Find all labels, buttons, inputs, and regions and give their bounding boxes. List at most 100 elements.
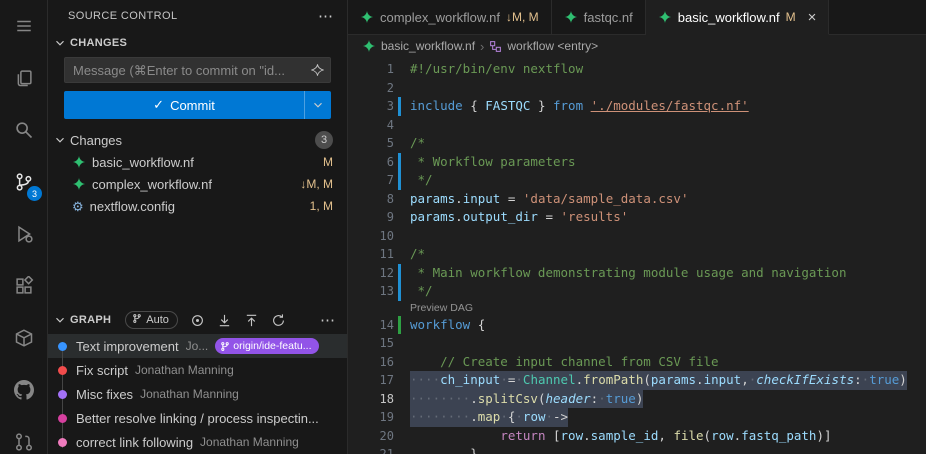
line-number: 10 bbox=[348, 227, 394, 246]
changes-section-header[interactable]: CHANGES bbox=[48, 32, 347, 54]
commit-button-main[interactable]: ✓ Commit bbox=[64, 91, 304, 119]
search-icon[interactable] bbox=[0, 104, 47, 156]
code-line-8[interactable]: 8params.input = 'data/sample_data.csv' bbox=[348, 190, 926, 209]
line-number: 19 bbox=[348, 408, 394, 427]
run-debug-icon[interactable] bbox=[0, 208, 47, 260]
close-icon[interactable]: × bbox=[808, 10, 817, 25]
commit-dropdown-button[interactable] bbox=[305, 91, 331, 119]
activity-bar: 3 bbox=[0, 0, 48, 454]
tabbar-filler bbox=[829, 0, 926, 35]
codelens-preview-dag[interactable]: Preview DAG bbox=[348, 301, 926, 316]
extensions-icon[interactable] bbox=[0, 260, 47, 312]
github-icon[interactable] bbox=[0, 364, 47, 416]
refresh-icon[interactable] bbox=[271, 313, 286, 328]
code-text: workflow { bbox=[410, 316, 485, 335]
line-number: 3 bbox=[348, 97, 394, 116]
code-line-2[interactable]: 2 bbox=[348, 79, 926, 98]
pull-request-icon[interactable] bbox=[0, 416, 47, 454]
changed-file-complex_workflow.nf[interactable]: complex_workflow.nf↓M, M bbox=[48, 173, 347, 195]
code-text: ········.splitCsv(header:·true) bbox=[410, 390, 643, 409]
code-line-5[interactable]: 5/* bbox=[348, 134, 926, 153]
commit-row[interactable]: Fix scriptJonathan Manning bbox=[48, 358, 347, 382]
line-number: 5 bbox=[348, 134, 394, 153]
target-icon[interactable] bbox=[190, 313, 205, 328]
code-line-21[interactable]: 21 } bbox=[348, 445, 926, 454]
code-line-1[interactable]: 1#!/usr/bin/env nextflow bbox=[348, 60, 926, 79]
line-number: 7 bbox=[348, 171, 394, 190]
line-number: 21 bbox=[348, 445, 394, 454]
nextflow-file-icon bbox=[564, 10, 578, 24]
code-text: #!/usr/bin/env nextflow bbox=[410, 60, 583, 79]
code-line-14[interactable]: 14workflow { bbox=[348, 316, 926, 335]
code-line-15[interactable]: 15 bbox=[348, 334, 926, 353]
commit-row[interactable]: Text improvementJo...origin/ide-featu... bbox=[48, 334, 347, 358]
line-number: 2 bbox=[348, 79, 394, 98]
code-line-13[interactable]: 13 */ bbox=[348, 282, 926, 301]
changed-file-nextflow.config[interactable]: ⚙nextflow.config1, M bbox=[48, 195, 347, 217]
menu-icon[interactable] bbox=[0, 0, 47, 52]
branch-icon bbox=[220, 341, 230, 352]
git-status-decoration: 1, M bbox=[310, 199, 333, 213]
branch-ref-badge[interactable]: origin/ide-featu... bbox=[215, 338, 318, 354]
commit-input-wrap bbox=[64, 57, 331, 83]
commit-row[interactable]: Misc fixesJonathan Manning bbox=[48, 382, 347, 406]
tab-basic_workflow.nf[interactable]: basic_workflow.nfM× bbox=[646, 0, 830, 35]
code-editor[interactable]: 1#!/usr/bin/env nextflow23include { FAST… bbox=[348, 57, 926, 454]
code-line-19[interactable]: 19········.map·{·row·-> bbox=[348, 408, 926, 427]
line-number: 18 bbox=[348, 390, 394, 409]
code-line-3[interactable]: 3include { FASTQC } from './modules/fast… bbox=[348, 97, 926, 116]
check-icon: ✓ bbox=[153, 97, 164, 113]
commit-author: Jonathan Manning bbox=[200, 435, 299, 449]
graph-section-header[interactable]: GRAPH Auto ⋯ bbox=[48, 308, 347, 332]
code-line-18[interactable]: 18 ········.splitCsv(header:·true) bbox=[348, 390, 926, 409]
code-line-12[interactable]: 12 * Main workflow demonstrating module … bbox=[348, 264, 926, 283]
code-line-10[interactable]: 10 bbox=[348, 227, 926, 246]
branch-ref-label: origin/ide-featu... bbox=[233, 340, 311, 352]
changes-tree-label: Changes bbox=[70, 133, 122, 148]
code-line-9[interactable]: 9params.output_dir = 'results' bbox=[348, 208, 926, 227]
code-line-20[interactable]: 20 return [row.sample_id, file(row.fastq… bbox=[348, 427, 926, 446]
code-line-17[interactable]: 17····ch_input·=·Channel.fromPath(params… bbox=[348, 371, 926, 390]
nextflow-file-icon bbox=[360, 10, 374, 24]
commit-button[interactable]: ✓ Commit bbox=[64, 91, 331, 119]
code-text: * Main workflow demonstrating module usa… bbox=[410, 264, 847, 283]
code-text: * Workflow parameters bbox=[410, 153, 576, 172]
package-icon[interactable] bbox=[0, 312, 47, 364]
explorer-icon[interactable] bbox=[0, 52, 47, 104]
push-icon[interactable] bbox=[244, 313, 259, 328]
chevron-down-icon bbox=[310, 97, 326, 113]
fetch-icon[interactable] bbox=[217, 313, 232, 328]
tab-complex_workflow.nf[interactable]: complex_workflow.nf↓M, M bbox=[348, 0, 552, 35]
modified-gutter-indicator bbox=[398, 171, 401, 190]
breadcrumb-file[interactable]: basic_workflow.nf bbox=[381, 39, 475, 53]
breadcrumb-symbol[interactable]: workflow <entry> bbox=[507, 39, 598, 53]
sidebar-more-button[interactable]: ⋯ bbox=[318, 7, 333, 25]
changed-file-basic_workflow.nf[interactable]: basic_workflow.nfM bbox=[48, 151, 347, 173]
commit-button-label: Commit bbox=[170, 98, 215, 113]
line-number: 11 bbox=[348, 245, 394, 264]
changes-count-badge: 3 bbox=[315, 131, 333, 149]
changes-tree-root[interactable]: Changes 3 bbox=[48, 129, 347, 151]
git-status-decoration: ↓M, M bbox=[300, 177, 333, 191]
line-number: 6 bbox=[348, 153, 394, 172]
commit-message: Misc fixes bbox=[76, 387, 133, 402]
tab-modified-decoration: ↓M, M bbox=[506, 10, 539, 24]
commit-dot-icon bbox=[58, 414, 67, 423]
commit-message-input[interactable] bbox=[64, 57, 331, 83]
code-line-16[interactable]: 16 // Create input channel from CSV file bbox=[348, 353, 926, 372]
code-line-7[interactable]: 7 */ bbox=[348, 171, 926, 190]
commit-message: Fix script bbox=[76, 363, 128, 378]
tab-fastqc.nf[interactable]: fastqc.nf bbox=[552, 0, 646, 35]
commit-row[interactable]: Better resolve linking / process inspect… bbox=[48, 406, 347, 430]
graph-more-button[interactable]: ⋯ bbox=[320, 311, 335, 329]
auto-branch-button[interactable]: Auto bbox=[125, 311, 178, 329]
code-line-6[interactable]: 6 * Workflow parameters bbox=[348, 153, 926, 172]
source-control-icon[interactable]: 3 bbox=[0, 156, 47, 208]
code-line-11[interactable]: 11/* bbox=[348, 245, 926, 264]
code-line-4[interactable]: 4 bbox=[348, 116, 926, 135]
commit-author: Jo... bbox=[186, 339, 209, 353]
commit-row[interactable]: correct link followingJonathan Manning bbox=[48, 430, 347, 454]
line-number: 16 bbox=[348, 353, 394, 372]
sparkle-icon[interactable] bbox=[311, 64, 324, 77]
nextflow-file-icon bbox=[72, 177, 86, 191]
